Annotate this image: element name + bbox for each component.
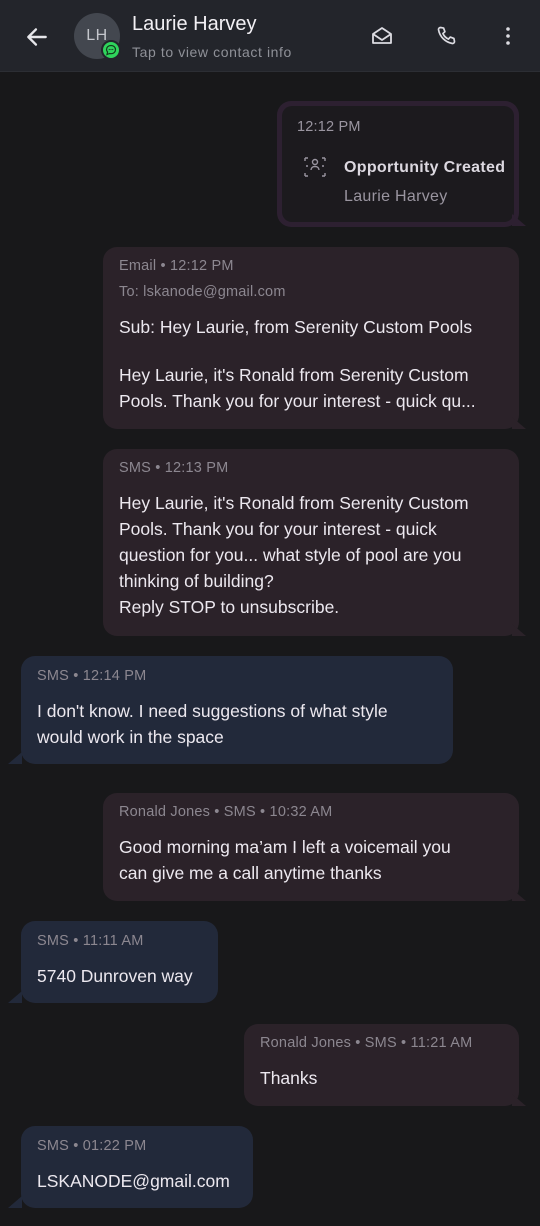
message-line: can give me a call anytime thanks xyxy=(119,863,382,883)
opportunity-icon xyxy=(303,156,327,183)
call-button[interactable] xyxy=(432,22,460,50)
event-time: 12:12 PM xyxy=(297,119,361,135)
message-line: Hey Laurie, it's Ronald from Serenity Cu… xyxy=(119,365,469,385)
phone-icon xyxy=(437,26,456,45)
message-meta: Email • 12:12 PM xyxy=(119,258,234,274)
message-meta: SMS • 12:14 PM xyxy=(37,668,147,684)
message-line: Pools. Thank you for your interest - qui… xyxy=(119,519,437,539)
message-meta: SMS • 01:22 PM xyxy=(37,1138,147,1154)
email-recipient: To: lskanode@gmail.com xyxy=(119,284,286,300)
bubble-tail xyxy=(512,214,526,226)
bubble-tail xyxy=(512,1094,526,1106)
message-line: thinking of building? xyxy=(119,571,274,591)
conversation-header: LH Laurie Harvey Tap to view contact inf… xyxy=(0,0,540,72)
arrow-left-icon xyxy=(27,28,47,46)
message-meta: SMS • 12:13 PM xyxy=(119,460,229,476)
message-line: Reply STOP to unsubscribe. xyxy=(119,597,340,617)
message-text: Good morning ma’am I left a voicemail yo… xyxy=(119,834,451,886)
chat-bubble-icon xyxy=(101,40,121,60)
message-text: Hey Laurie, it's Ronald from Serenity Cu… xyxy=(119,362,476,414)
bubble-tail xyxy=(512,417,526,429)
back-button[interactable] xyxy=(22,22,52,52)
message-line: Hey Laurie, it's Ronald from Serenity Cu… xyxy=(119,493,469,513)
email-subject: Sub: Hey Laurie, from Serenity Custom Po… xyxy=(119,317,473,337)
bubble-tail xyxy=(8,752,22,764)
bubble-tail xyxy=(512,889,526,901)
message-text: LSKANODE@gmail.com xyxy=(37,1171,230,1191)
event-subtitle: Laurie Harvey xyxy=(344,188,448,205)
message-line: Pools. Thank you for your interest - qui… xyxy=(119,391,476,411)
message-line: I don't know. I need suggestions of what… xyxy=(37,701,388,721)
message-text: 5740 Dunroven way xyxy=(37,966,193,986)
message-line: would work in the space xyxy=(37,727,224,747)
message-line: question for you... what style of pool a… xyxy=(119,545,462,565)
message-meta: SMS • 11:11 AM xyxy=(37,933,144,949)
message-text: I don't know. I need suggestions of what… xyxy=(37,698,388,750)
bubble-tail xyxy=(8,1196,22,1208)
more-vertical-icon xyxy=(506,27,510,45)
contact-name[interactable]: Laurie Harvey xyxy=(132,13,257,36)
envelope-icon xyxy=(372,27,392,44)
message-text: Hey Laurie, it's Ronald from Serenity Cu… xyxy=(119,490,469,620)
email-button[interactable] xyxy=(368,22,396,50)
more-options-button[interactable] xyxy=(494,22,522,50)
message-text: Thanks xyxy=(260,1068,318,1088)
message-meta: Ronald Jones • SMS • 11:21 AM xyxy=(260,1035,473,1051)
message-meta: Ronald Jones • SMS • 10:32 AM xyxy=(119,804,333,820)
bubble-tail xyxy=(512,624,526,636)
message-line: Good morning ma’am I left a voicemail yo… xyxy=(119,837,451,857)
contact-info-link[interactable]: Tap to view contact info xyxy=(132,44,292,60)
event-title: Opportunity Created xyxy=(344,159,506,176)
bubble-tail xyxy=(8,991,22,1003)
